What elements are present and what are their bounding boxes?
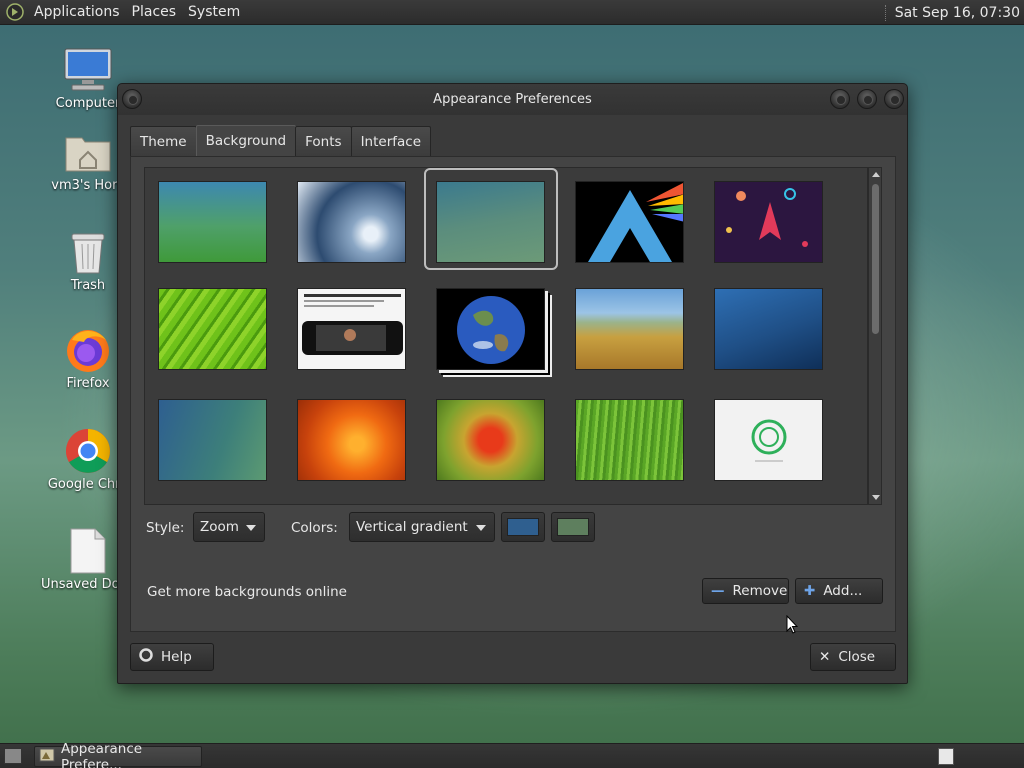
document-icon bbox=[64, 527, 112, 575]
background-tab-panel: Style: Zoom Colors: Vertical gradient Ge… bbox=[130, 156, 896, 632]
window-menu-button[interactable] bbox=[122, 89, 142, 109]
close-button-label: Close bbox=[838, 649, 876, 665]
colors-combo-value: Vertical gradient bbox=[356, 519, 468, 535]
wallpaper-thumbnail[interactable] bbox=[297, 181, 406, 263]
colors-combo[interactable]: Vertical gradient bbox=[349, 512, 495, 542]
help-button[interactable]: Help bbox=[130, 643, 214, 671]
minimize-button[interactable] bbox=[830, 89, 850, 109]
colors-label: Colors: bbox=[291, 520, 338, 536]
chevron-down-icon bbox=[246, 525, 256, 531]
primary-color-swatch bbox=[507, 518, 539, 536]
rocket-image bbox=[726, 188, 808, 247]
bottom-panel: Appearance Prefere... bbox=[0, 741, 1024, 768]
home-folder-icon bbox=[64, 128, 112, 176]
tab-interface[interactable]: Interface bbox=[350, 126, 432, 156]
gallery-scrollbar[interactable] bbox=[868, 167, 882, 505]
firefox-icon bbox=[64, 326, 112, 374]
desktop-icon-label: Trash bbox=[70, 278, 106, 293]
mouse-cursor-icon bbox=[786, 615, 798, 634]
help-lifebuoy-icon bbox=[139, 648, 153, 666]
help-button-label: Help bbox=[161, 649, 192, 665]
secondary-color-button[interactable] bbox=[551, 512, 595, 542]
wallpaper-thumbnail[interactable] bbox=[297, 399, 406, 481]
wallpaper-thumbnail[interactable] bbox=[575, 288, 684, 370]
desktop-icon-label: Firefox bbox=[66, 376, 110, 391]
workspace-switcher[interactable] bbox=[938, 748, 954, 765]
panel-separator bbox=[884, 4, 887, 21]
tab-theme[interactable]: Theme bbox=[130, 126, 197, 156]
style-combo-value: Zoom bbox=[200, 519, 239, 535]
wallpaper-gallery[interactable] bbox=[144, 167, 868, 505]
wallpaper-thumbnail[interactable] bbox=[436, 181, 545, 263]
appearance-preferences-window: Appearance Preferences Theme Background … bbox=[117, 83, 908, 684]
close-icon: ✕ bbox=[819, 649, 831, 665]
clock[interactable]: Sat Sep 16, 07:30 bbox=[884, 0, 1020, 25]
style-label: Style: bbox=[146, 520, 185, 536]
close-window-button[interactable] bbox=[884, 89, 904, 109]
add-button-label: Add... bbox=[823, 583, 863, 599]
style-combo[interactable]: Zoom bbox=[193, 512, 265, 542]
appearance-app-icon bbox=[39, 747, 55, 767]
scroll-up-icon[interactable] bbox=[872, 172, 880, 177]
maximize-button[interactable] bbox=[857, 89, 877, 109]
clock-text: Sat Sep 16, 07:30 bbox=[894, 4, 1020, 21]
desktop-icon-label: Computer bbox=[55, 96, 121, 111]
arch-prism-image bbox=[588, 183, 683, 262]
tab-fonts[interactable]: Fonts bbox=[295, 126, 352, 156]
taskbar-window-button[interactable]: Appearance Prefere... bbox=[34, 741, 202, 768]
trash-icon bbox=[64, 228, 112, 276]
add-button[interactable]: ✚ Add... bbox=[795, 578, 883, 604]
logo-image bbox=[751, 419, 787, 462]
scroll-down-icon[interactable] bbox=[872, 495, 880, 500]
wallpaper-thumbnail[interactable] bbox=[575, 181, 684, 263]
distro-logo-icon[interactable] bbox=[6, 3, 24, 21]
tab-bar: Theme Background Fonts Interface bbox=[130, 125, 432, 156]
wallpaper-thumbnail[interactable] bbox=[158, 181, 267, 263]
show-desktop-icon[interactable] bbox=[4, 748, 22, 764]
remove-button[interactable]: — Remove bbox=[702, 578, 789, 604]
chrome-icon bbox=[64, 427, 112, 475]
system-menu[interactable]: System bbox=[182, 0, 246, 25]
wallpaper-thumbnail[interactable] bbox=[575, 399, 684, 481]
plus-icon: ✚ bbox=[804, 583, 816, 599]
wallpaper-thumbnail[interactable] bbox=[714, 288, 823, 370]
taskbar-window-label: Appearance Prefere... bbox=[61, 740, 143, 768]
window-titlebar[interactable]: Appearance Preferences bbox=[118, 84, 907, 115]
minus-icon: — bbox=[711, 583, 725, 599]
wallpaper-thumbnail[interactable] bbox=[714, 399, 823, 481]
get-more-backgrounds-link[interactable]: Get more backgrounds online bbox=[147, 584, 347, 600]
remove-button-label: Remove bbox=[732, 583, 788, 599]
secondary-color-swatch bbox=[557, 518, 589, 536]
earth-image bbox=[457, 296, 525, 364]
desktop-icon-label: vm3's Hom bbox=[51, 178, 125, 193]
chevron-down-icon bbox=[476, 525, 486, 531]
top-panel: Applications Places System Sat Sep 16, 0… bbox=[0, 0, 1024, 25]
wallpaper-thumbnail[interactable] bbox=[436, 288, 545, 370]
scrollbar-thumb[interactable] bbox=[872, 184, 879, 334]
wallpaper-thumbnail[interactable] bbox=[158, 288, 267, 370]
wallpaper-thumbnail[interactable] bbox=[436, 399, 545, 481]
tab-background[interactable]: Background bbox=[195, 125, 297, 156]
close-button[interactable]: ✕ Close bbox=[810, 643, 896, 671]
computer-icon bbox=[64, 46, 112, 94]
window-title: Appearance Preferences bbox=[433, 92, 592, 107]
places-menu[interactable]: Places bbox=[126, 0, 183, 25]
video-app-image bbox=[302, 294, 403, 355]
wallpaper-thumbnail[interactable] bbox=[297, 288, 406, 370]
applications-menu[interactable]: Applications bbox=[28, 0, 126, 25]
wallpaper-thumbnail[interactable] bbox=[714, 181, 823, 263]
wallpaper-thumbnail[interactable] bbox=[158, 399, 267, 481]
primary-color-button[interactable] bbox=[501, 512, 545, 542]
